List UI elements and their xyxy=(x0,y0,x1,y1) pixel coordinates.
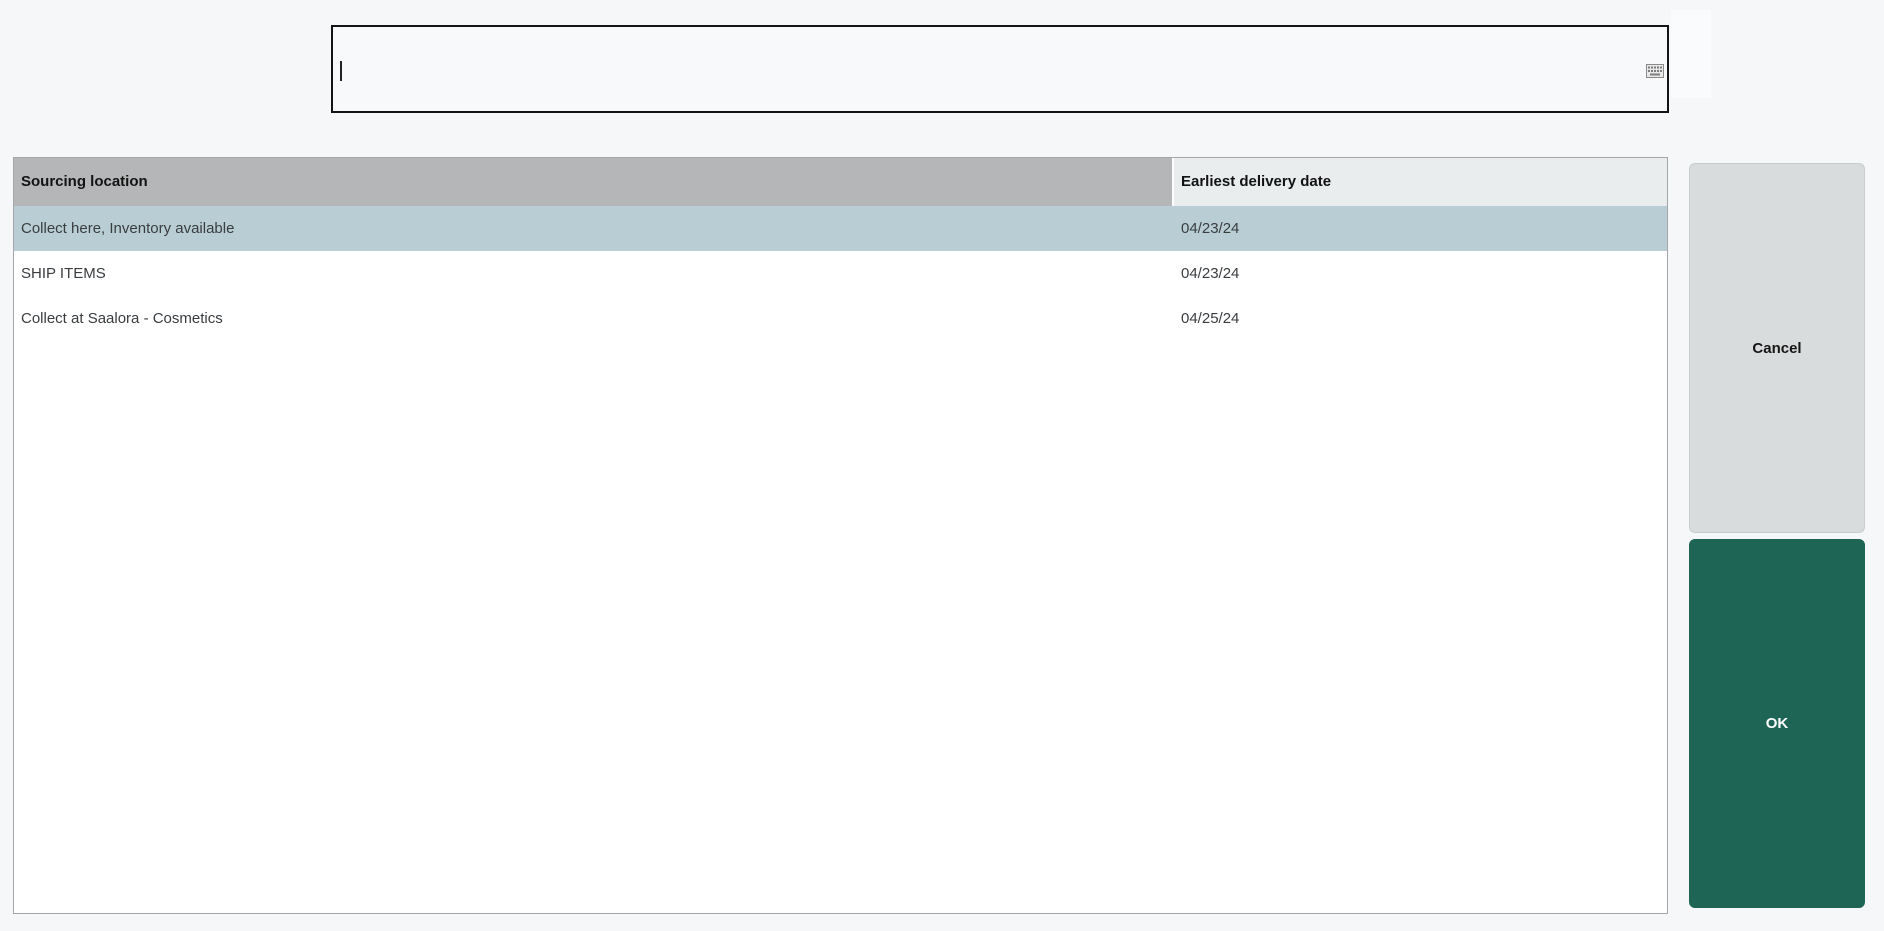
sourcing-location-cell: Collect here, Inventory available xyxy=(21,220,235,237)
keyboard-icon[interactable] xyxy=(1646,64,1664,78)
sourcing-location-cell: SHIP ITEMS xyxy=(21,265,106,282)
earliest-delivery-date-cell: 04/25/24 xyxy=(1181,310,1240,327)
table-row-collect-at-saalora[interactable]: Collect at Saalora - Cosmetics 04/25/24 xyxy=(14,296,1667,341)
input-edge-highlight xyxy=(1671,10,1711,98)
earliest-delivery-date-cell: 04/23/24 xyxy=(1181,220,1240,237)
search-input[interactable] xyxy=(331,25,1669,113)
table-row-ship-items[interactable]: SHIP ITEMS 04/23/24 xyxy=(14,251,1667,296)
sourcing-location-cell: Collect at Saalora - Cosmetics xyxy=(21,310,223,327)
earliest-delivery-date-cell: 04/23/24 xyxy=(1181,265,1240,282)
table-row-collect-here[interactable]: Collect here, Inventory available 04/23/… xyxy=(14,206,1667,251)
table-header-row: Sourcing location Earliest delivery date xyxy=(14,158,1667,206)
column-header-sourcing-location: Sourcing location xyxy=(14,158,1172,206)
ok-button[interactable]: OK xyxy=(1689,539,1865,908)
sourcing-table: Sourcing location Earliest delivery date… xyxy=(13,157,1668,914)
column-header-earliest-delivery-date: Earliest delivery date xyxy=(1172,158,1667,206)
dialog-root: Sourcing location Earliest delivery date… xyxy=(0,0,1884,931)
text-cursor xyxy=(340,61,342,81)
cancel-button[interactable]: Cancel xyxy=(1689,163,1865,533)
